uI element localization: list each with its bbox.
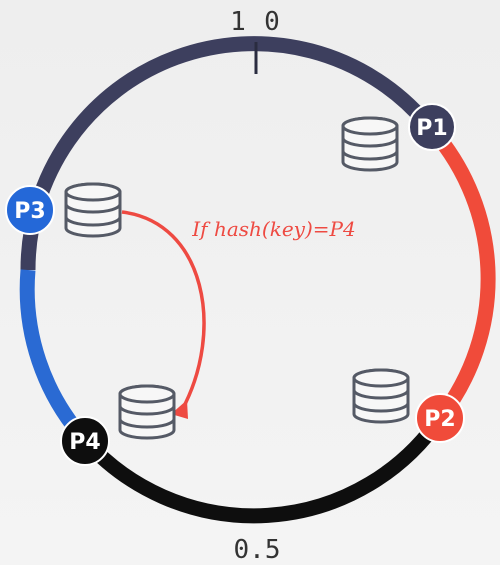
node-p3: P3: [5, 185, 55, 235]
node-p4: P4: [60, 416, 110, 466]
label-zero: 0: [264, 7, 280, 37]
label-one: 1: [230, 7, 246, 37]
database-icon: [64, 182, 122, 238]
database-icon: [118, 384, 176, 440]
ring-arc-p4-p3: [19, 269, 91, 446]
database-icon: [352, 368, 410, 424]
arrow-curve: [121, 210, 206, 411]
node-p3-label: P3: [14, 199, 45, 224]
label-half: 0.5: [234, 535, 281, 565]
node-p1: P1: [408, 103, 456, 151]
node-p2: P2: [415, 393, 465, 443]
diagram-canvas: 1 0 0.5 If hash(key)=P4 P1 P2 P3 P4: [5, 7, 496, 565]
node-p4-label: P4: [69, 430, 100, 455]
node-p2-label: P2: [424, 407, 455, 432]
node-p1-label: P1: [416, 116, 447, 141]
hash-ring-diagram: 1 0 0.5 If hash(key)=P4 P1 P2 P3 P4: [0, 0, 500, 565]
database-icon: [341, 116, 399, 172]
arrow-annotation: If hash(key)=P4: [191, 217, 355, 241]
ring-arc-p1-p2: [420, 117, 496, 423]
